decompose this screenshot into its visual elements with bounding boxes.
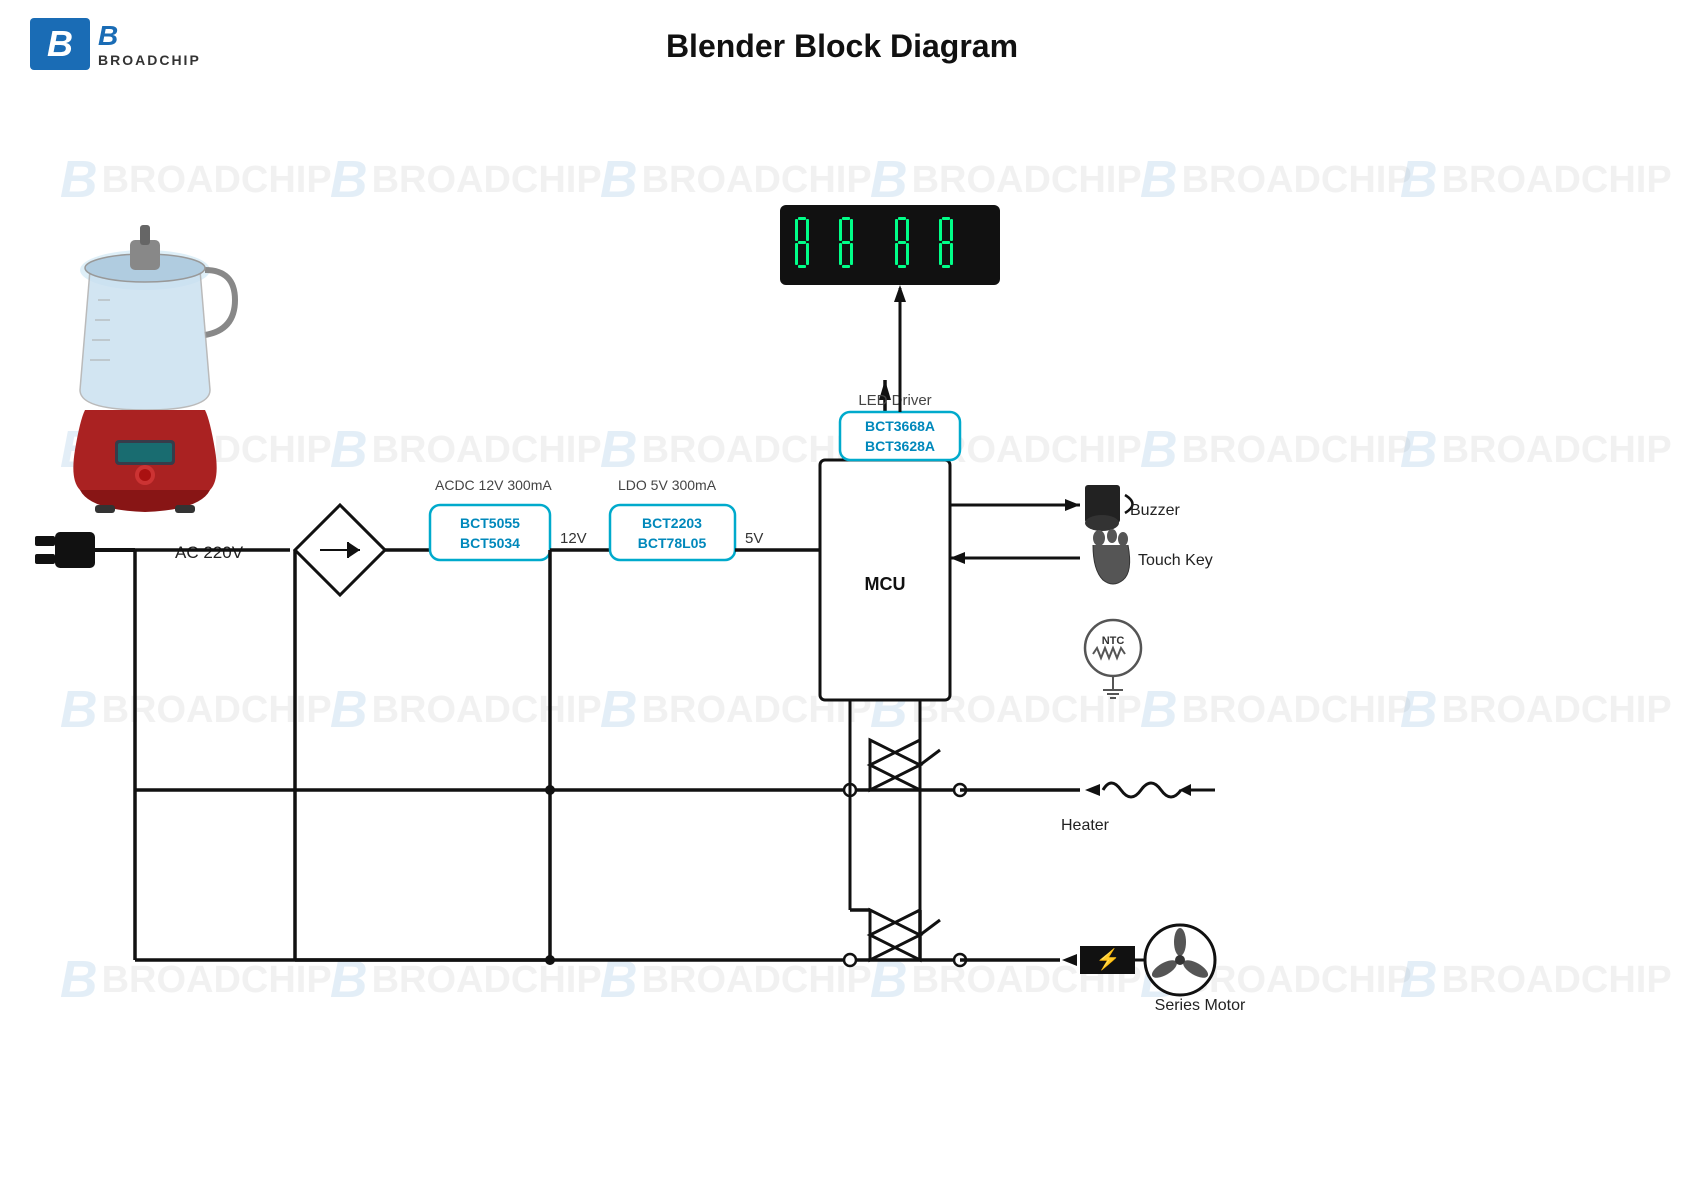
svg-text:⚡: ⚡ [1096,947,1121,971]
chip3-line2: BCT3628A [865,438,935,454]
ac-voltage-label: AC 220V [175,543,244,562]
power-plug [35,532,135,568]
chip1-line1: BCT5055 [460,515,520,531]
page-title: Blender Block Diagram [0,28,1684,65]
triac-heater [870,740,1684,1190]
heater-label: Heater [1061,817,1110,834]
chip2-line2: BCT78L05 [638,535,707,551]
acdc-label: ACDC 12V 300mA [435,477,552,493]
triac-motor [870,910,940,960]
led-display [780,205,1000,285]
chip2-line1: BCT2203 [642,515,702,531]
series-motor-label: Series Motor [1155,997,1246,1014]
touch-key [1093,529,1130,584]
bridge-rectifier [295,505,385,595]
ntc-thermistor: NTC [1085,620,1141,698]
mcu-label: MCU [865,574,906,594]
buzzer [1085,485,1133,531]
chip3-line1: BCT3668A [865,418,935,434]
svg-text:NTC: NTC [1102,635,1125,647]
led-driver-label: LED Driver [858,392,931,409]
blender-image [73,225,235,513]
voltage-5v-label: 5V [745,530,763,547]
heater [1085,783,1215,797]
series-motor-symbol: ⚡ [1062,925,1215,995]
circuit-diagram: AC 220V ACDC 12V 300mA BCT5055 BCT5034 1… [0,90,1684,1190]
touch-key-label: Touch Key [1138,552,1213,569]
buzzer-label: Buzzer [1130,502,1180,519]
chip1-line2: BCT5034 [460,535,520,551]
voltage-12v-label: 12V [560,530,587,547]
ldo-label: LDO 5V 300mA [618,477,717,493]
